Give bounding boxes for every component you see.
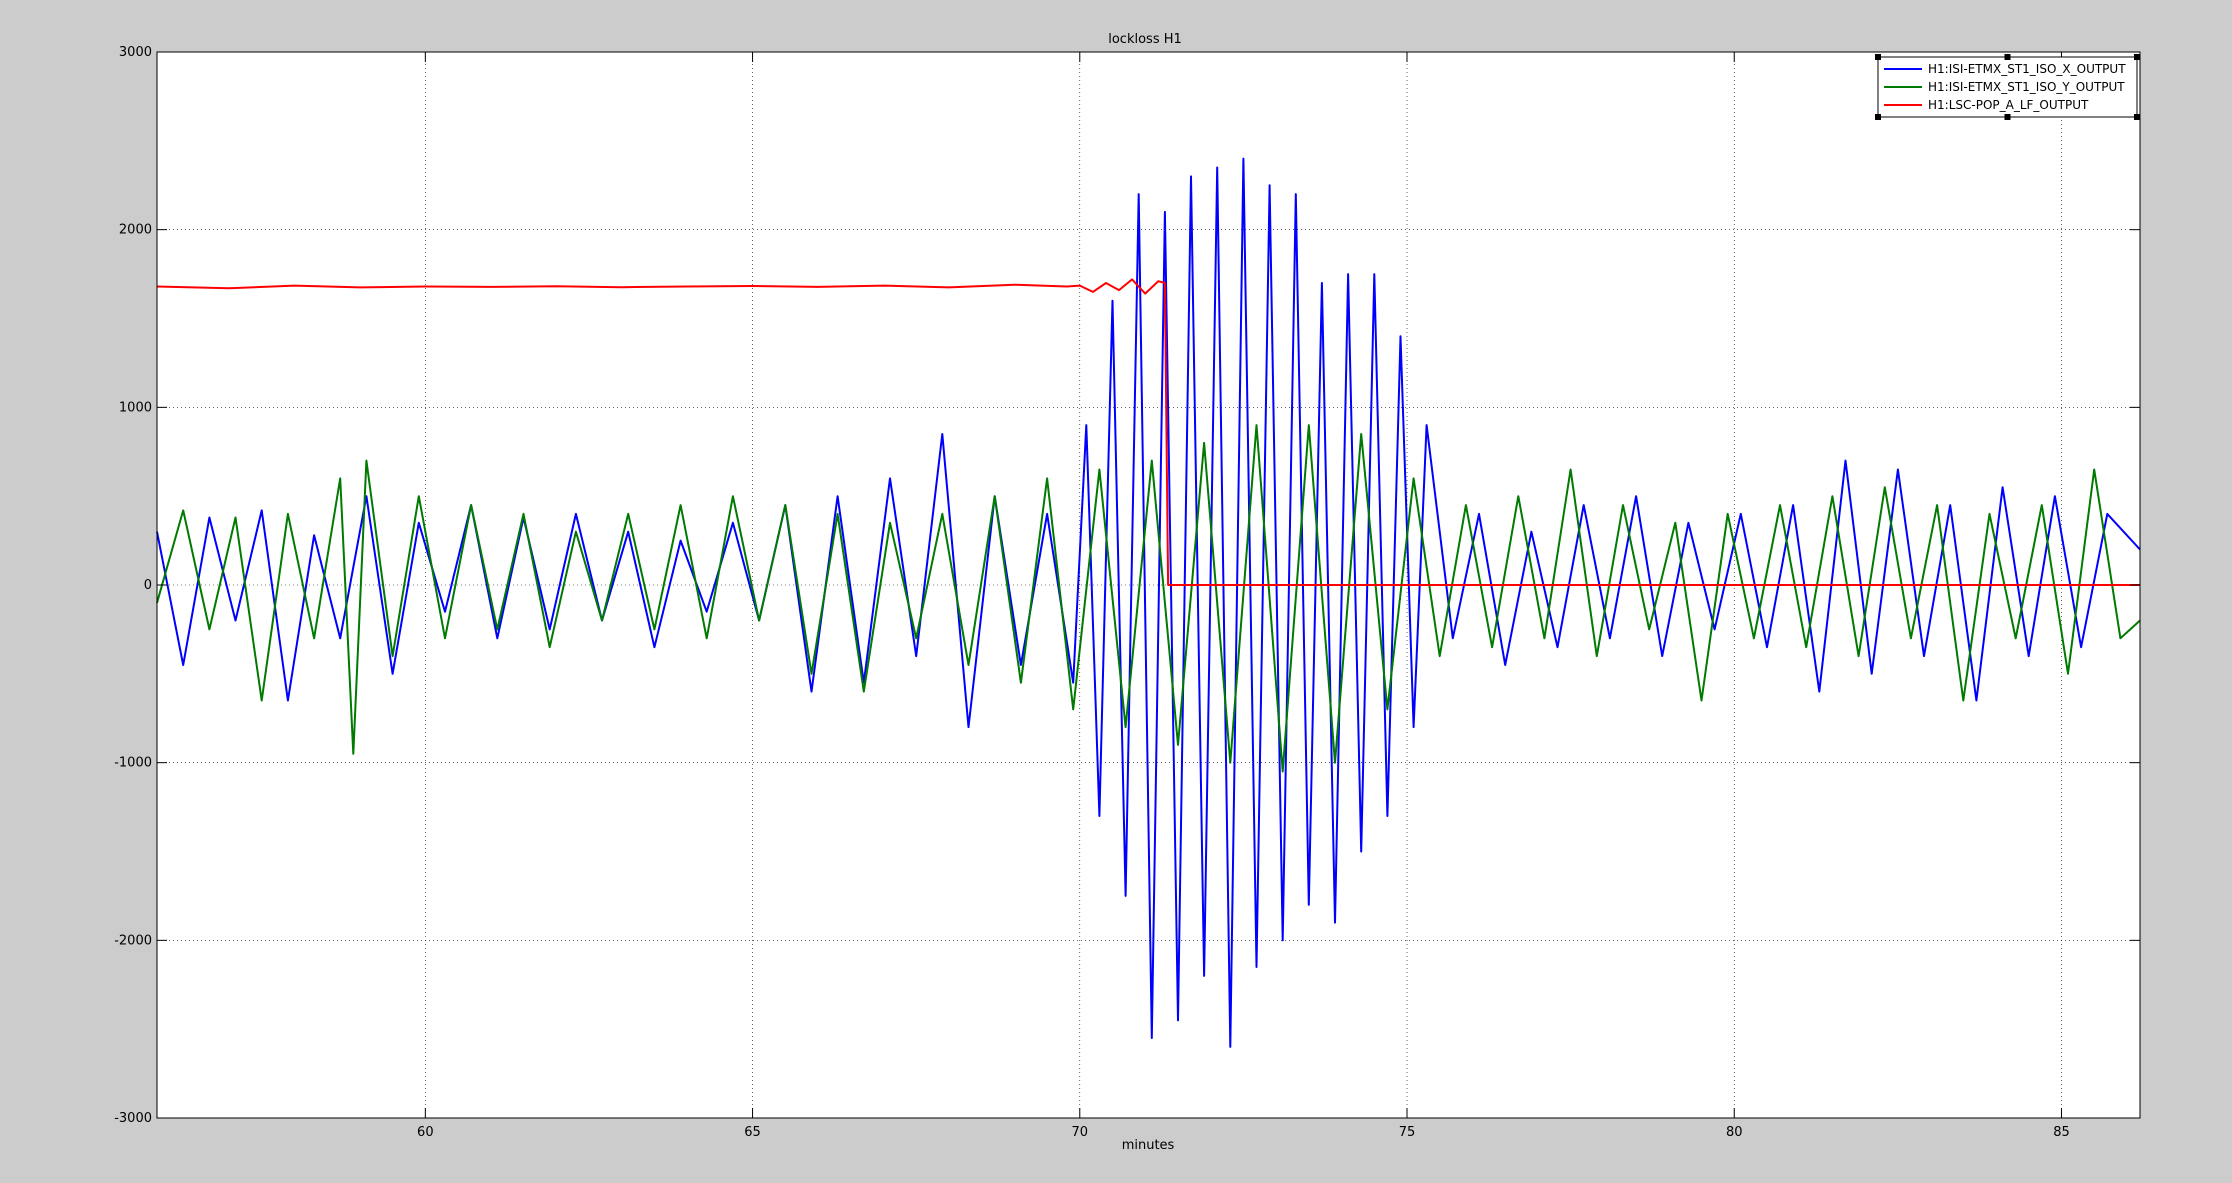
- x-tick-label: 65: [744, 1125, 761, 1140]
- y-tick-label: -2000: [114, 933, 152, 948]
- x-tick-label: 70: [1072, 1125, 1089, 1140]
- x-tick-label: 85: [2053, 1125, 2070, 1140]
- y-tick-label: -1000: [114, 756, 152, 771]
- legend-resize-handle[interactable]: [1875, 114, 1881, 120]
- legend-resize-handle[interactable]: [1875, 54, 1881, 60]
- y-tick-label: 2000: [119, 223, 152, 238]
- x-axis-label: minutes: [1122, 1138, 1175, 1153]
- y-tick-label: 0: [144, 578, 152, 593]
- x-tick-label: 60: [417, 1125, 434, 1140]
- y-tick-label: 1000: [119, 400, 152, 415]
- x-tick-label: 75: [1399, 1125, 1416, 1140]
- y-tick-label: 3000: [119, 45, 152, 60]
- legend-resize-handle[interactable]: [2134, 114, 2140, 120]
- legend-entry-label: H1:LSC-POP_A_LF_OUTPUT: [1928, 98, 2089, 112]
- chart-title: lockloss H1: [1108, 32, 1182, 47]
- legend-resize-handle[interactable]: [2004, 54, 2011, 60]
- figure: lockloss H1 60 65 70 75 80 85 3000 2000 1000 0 -10…: [0, 0, 2232, 1179]
- x-tick-label: 80: [1726, 1125, 1743, 1140]
- legend-resize-handle[interactable]: [2004, 114, 2011, 120]
- legend[interactable]: H1:ISI-ETMX_ST1_ISO_X_OUTPUT H1:ISI-ETMX_…: [1875, 54, 2140, 120]
- chart-svg: lockloss H1 60 65 70 75 80 85 3000 2000 1000 0 -10…: [114, 32, 2141, 1153]
- legend-entry-label: H1:ISI-ETMX_ST1_ISO_Y_OUTPUT: [1928, 80, 2125, 94]
- legend-entry-label: H1:ISI-ETMX_ST1_ISO_X_OUTPUT: [1928, 62, 2126, 76]
- y-tick-label: -3000: [114, 1111, 152, 1126]
- legend-resize-handle[interactable]: [2134, 54, 2140, 60]
